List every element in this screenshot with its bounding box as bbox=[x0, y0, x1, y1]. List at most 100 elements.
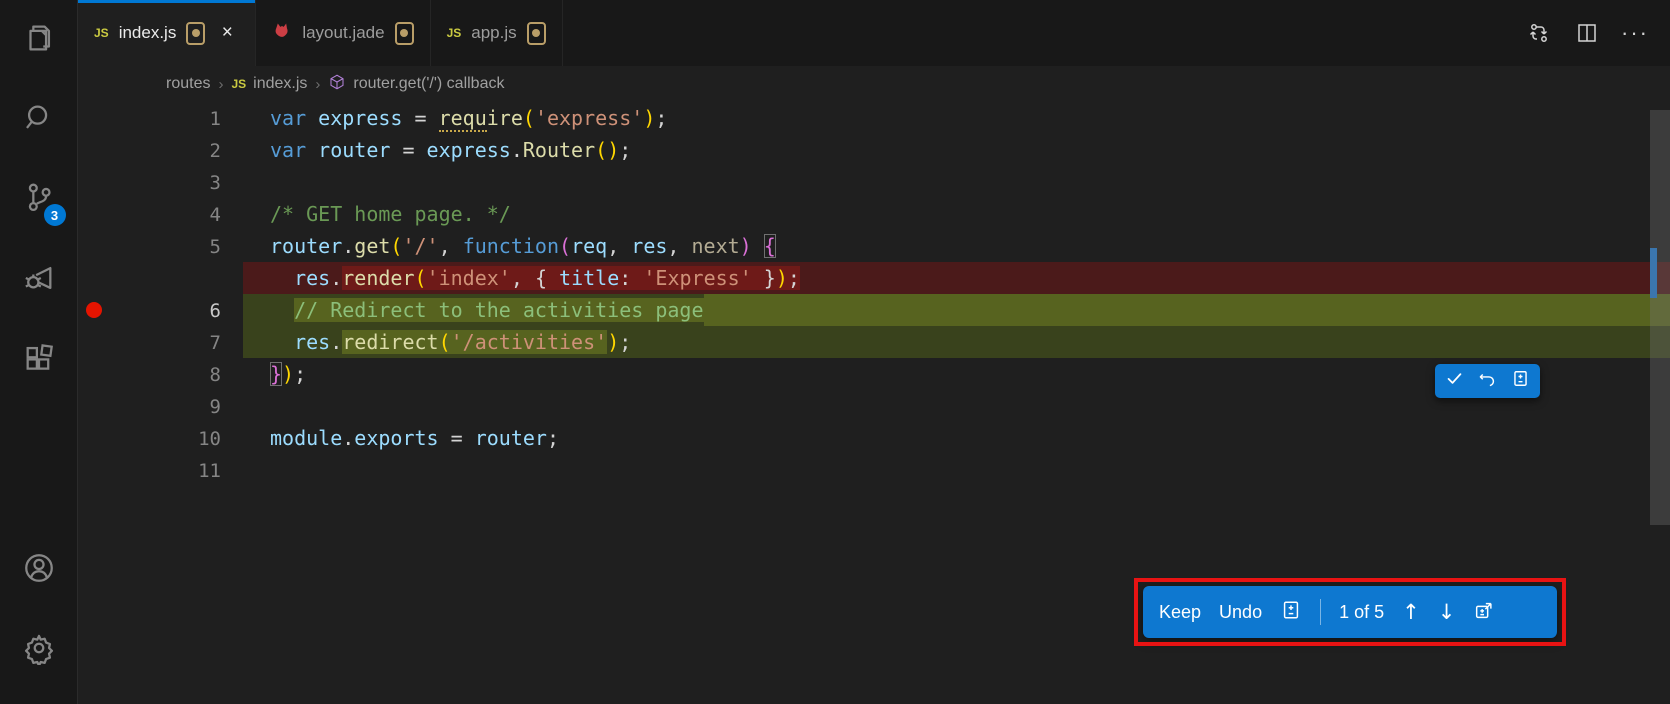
breadcrumb-item-file[interactable]: JS index.js bbox=[231, 75, 307, 93]
toolbar-divider bbox=[1320, 599, 1321, 625]
tab-layout-jade[interactable]: layout.jade bbox=[256, 0, 430, 66]
sidebar-item-explorer[interactable] bbox=[0, 0, 78, 80]
tab-label: index.js bbox=[119, 23, 177, 43]
breadcrumb-separator: › bbox=[218, 76, 223, 93]
tab-bar: JS index.js × layout.jade JS app.js bbox=[78, 0, 1670, 66]
modified-indicator-icon[interactable] bbox=[395, 22, 414, 45]
gutter[interactable]: 5 bbox=[78, 230, 243, 262]
code-line-10: 10 module.exports = router; bbox=[78, 422, 1670, 454]
line-number: 10 bbox=[78, 423, 243, 455]
sidebar-item-source-control[interactable]: 3 bbox=[0, 160, 78, 240]
source-control-badge: 3 bbox=[44, 204, 66, 226]
modified-indicator-icon[interactable] bbox=[186, 22, 205, 45]
open-changes-icon[interactable] bbox=[1526, 20, 1552, 46]
code-line-2: 2 var router = express.Router(); bbox=[78, 134, 1670, 166]
breakpoint-icon[interactable] bbox=[86, 302, 102, 318]
close-icon[interactable]: × bbox=[215, 21, 239, 45]
code-text: res.render('index', { title: 'Express' }… bbox=[270, 262, 800, 294]
js-icon: JS bbox=[447, 26, 462, 40]
breadcrumb-item-symbol[interactable]: router.get('/') callback bbox=[328, 73, 504, 96]
code-line-4: 4 /* GET home page. */ bbox=[78, 198, 1670, 230]
vscode-window: 3 bbox=[0, 0, 1670, 704]
code-text: /* GET home page. */ bbox=[270, 198, 511, 230]
code-text: res.redirect('/activities'); bbox=[270, 326, 631, 358]
gutter[interactable]: 4 bbox=[78, 198, 243, 230]
sidebar-item-settings[interactable] bbox=[0, 610, 78, 690]
gutter[interactable]: 6 bbox=[78, 294, 243, 326]
code-text: var router = express.Router(); bbox=[270, 134, 631, 166]
line-number: 3 bbox=[78, 167, 243, 199]
line-number: 1 bbox=[78, 103, 243, 135]
code-text: }); bbox=[270, 358, 306, 390]
line-number: 4 bbox=[78, 199, 243, 231]
gutter[interactable]: 3 bbox=[78, 166, 243, 198]
previous-edit-arrow-icon[interactable]: ↑ bbox=[1402, 600, 1420, 624]
activity-bar: 3 bbox=[0, 0, 78, 704]
sidebar-item-run-debug[interactable] bbox=[0, 240, 78, 320]
editor-actions: ··· bbox=[1526, 0, 1670, 66]
tab-label: app.js bbox=[471, 23, 516, 43]
copilot-edits-toolbar: Keep Undo 1 of 5 ↑ ↓ bbox=[1143, 586, 1557, 638]
code-line-11: 11 bbox=[78, 454, 1670, 486]
breadcrumb-item-routes[interactable]: routes bbox=[166, 75, 210, 93]
code-line-deleted: res.render('index', { title: 'Express' }… bbox=[78, 262, 1670, 294]
file-diff-icon[interactable] bbox=[1511, 369, 1530, 393]
discard-icon[interactable] bbox=[1478, 369, 1497, 393]
file-diff-icon[interactable] bbox=[1280, 599, 1302, 626]
gutter[interactable] bbox=[78, 262, 243, 294]
symbol-cube-icon bbox=[328, 73, 346, 96]
open-all-edits-icon[interactable] bbox=[1473, 599, 1495, 626]
code-line-8: 8}); bbox=[78, 358, 1670, 390]
gutter[interactable]: 2 bbox=[78, 134, 243, 166]
files-icon bbox=[22, 21, 56, 60]
accept-check-icon[interactable] bbox=[1445, 369, 1464, 393]
code-text: var express = require('express'); bbox=[270, 102, 667, 134]
line-number: 5 bbox=[78, 231, 243, 263]
line-number: 9 bbox=[78, 391, 243, 423]
sidebar-item-accounts[interactable] bbox=[0, 530, 78, 610]
line-number: 2 bbox=[78, 135, 243, 167]
line-number: 6 bbox=[78, 295, 243, 327]
breadcrumb: routes › JS index.js › router.get('/') c… bbox=[78, 66, 1670, 102]
code-line-5: 5 router.get('/', function(req, res, next… bbox=[78, 230, 1670, 262]
gutter[interactable]: 1 bbox=[78, 102, 243, 134]
search-icon bbox=[22, 101, 56, 140]
line-number: 11 bbox=[78, 455, 243, 487]
sidebar-item-extensions[interactable] bbox=[0, 320, 78, 400]
gear-icon bbox=[22, 631, 56, 670]
line-number: 8 bbox=[78, 359, 243, 391]
overview-ruler-modified-marker bbox=[1650, 248, 1657, 298]
sidebar-item-search[interactable] bbox=[0, 80, 78, 160]
code-line-1: 1 var express = require('express'); bbox=[78, 102, 1670, 134]
debug-icon bbox=[22, 261, 56, 300]
gutter[interactable]: 11 bbox=[78, 454, 243, 486]
tab-index-js[interactable]: JS index.js × bbox=[78, 0, 256, 66]
tab-app-js[interactable]: JS app.js bbox=[431, 0, 563, 66]
gutter[interactable]: 9 bbox=[78, 390, 243, 422]
keep-button[interactable]: Keep bbox=[1159, 602, 1201, 623]
code-text: module.exports = router; bbox=[270, 422, 559, 454]
code-text: // Redirect to the activities page bbox=[270, 294, 704, 326]
edit-counter: 1 of 5 bbox=[1339, 602, 1384, 623]
inline-diff-actions bbox=[1435, 364, 1540, 398]
modified-indicator-icon[interactable] bbox=[527, 22, 546, 45]
gutter[interactable]: 7 bbox=[78, 326, 243, 358]
code-line-9: 9 bbox=[78, 390, 1670, 422]
line-number: 7 bbox=[78, 327, 243, 359]
scrollbar[interactable] bbox=[1650, 110, 1670, 525]
next-edit-arrow-icon[interactable]: ↓ bbox=[1438, 600, 1456, 624]
breadcrumb-separator: › bbox=[315, 76, 320, 93]
split-editor-icon[interactable] bbox=[1574, 20, 1600, 46]
more-actions-icon[interactable]: ··· bbox=[1622, 20, 1648, 46]
code-line-6: 6 // Redirect to the activities page bbox=[78, 294, 1670, 326]
gutter[interactable]: 10 bbox=[78, 422, 243, 454]
tab-label: layout.jade bbox=[302, 23, 384, 43]
code-line-3: 3 bbox=[78, 166, 1670, 198]
code-line-7: 7 res.redirect('/activities'); bbox=[78, 326, 1670, 358]
jade-icon bbox=[272, 21, 292, 46]
extensions-icon bbox=[22, 341, 56, 380]
code-text: router.get('/', function(req, res, next)… bbox=[270, 230, 776, 262]
gutter[interactable]: 8 bbox=[78, 358, 243, 390]
undo-button[interactable]: Undo bbox=[1219, 602, 1262, 623]
js-icon: JS bbox=[94, 26, 109, 40]
